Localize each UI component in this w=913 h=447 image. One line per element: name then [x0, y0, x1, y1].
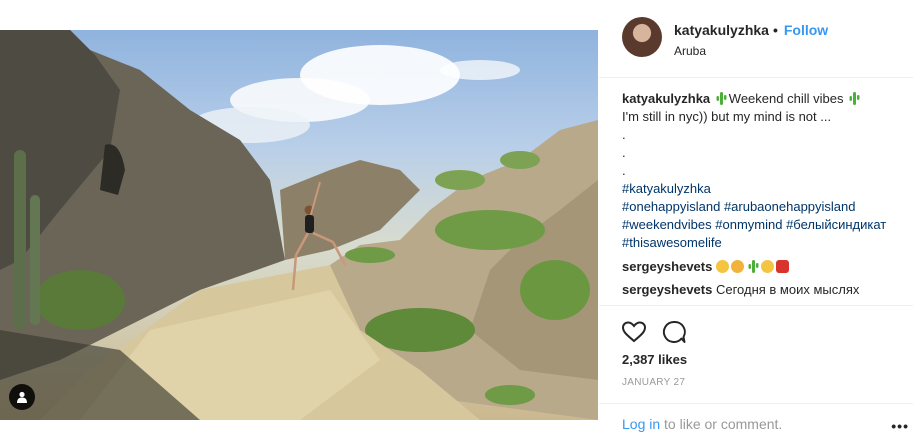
- caption-dot-line: .: [622, 127, 626, 142]
- comment-row: sergeyshevets: [622, 258, 902, 276]
- hashtag-link[interactable]: #katyakulyzhka: [622, 180, 902, 198]
- post-date[interactable]: JANUARY 27: [622, 377, 685, 388]
- comment-username[interactable]: sergeyshevets: [622, 259, 712, 274]
- person-icon: [17, 391, 27, 403]
- hashtag-link[interactable]: #arubaonehappyisland: [724, 199, 856, 214]
- post-sidebar: katyakulyzhka • Follow Aruba katyakulyzhka…: [599, 0, 913, 447]
- login-link[interactable]: Log in: [622, 416, 660, 432]
- caption-username[interactable]: katyakulyzhka: [622, 91, 710, 106]
- login-prompt-text: to like or comment.: [664, 416, 783, 432]
- comment-text: Сегодня в моих мыслях: [715, 282, 860, 297]
- post-actions: 2,387 likes JANUARY 27: [599, 305, 913, 388]
- hashtag-link[interactable]: #onehappyisland: [622, 199, 720, 214]
- comment-username[interactable]: sergeyshevets: [622, 282, 712, 297]
- caption-dot-line: .: [622, 163, 626, 178]
- caption-dot-line: .: [622, 145, 626, 160]
- more-options-icon[interactable]: •••: [891, 418, 909, 434]
- location-link[interactable]: Aruba: [674, 44, 706, 58]
- hashtag-link[interactable]: #onmymind: [715, 217, 782, 232]
- separator-dot: •: [772, 22, 778, 38]
- tagged-people-icon[interactable]: [9, 384, 35, 410]
- post-header: katyakulyzhka • Follow Aruba: [599, 0, 913, 78]
- cactus-icon: [748, 260, 759, 273]
- caption-text-2: I'm still in nyc)) but my mind is not ..…: [622, 109, 832, 124]
- smirk-emoji-icon: [715, 260, 729, 273]
- caption-text-1: Weekend chill vibes: [728, 91, 844, 106]
- login-footer: Log in to like or comment. •••: [599, 403, 913, 447]
- heart-eyes-emoji-icon: [730, 260, 744, 273]
- photo-scene: [0, 30, 598, 420]
- heart-icon[interactable]: [621, 319, 647, 345]
- header-username[interactable]: katyakulyzhka: [674, 22, 769, 38]
- cactus-icon: [716, 92, 727, 105]
- cactus-icon: [849, 92, 860, 105]
- hushed-emoji-icon: [760, 260, 774, 273]
- hashtag-link[interactable]: #weekendvibes: [622, 217, 712, 232]
- login-prompt: Log in to like or comment.: [622, 416, 782, 432]
- comments-list: katyakulyzhka Weekend chill vibes I'm st…: [622, 90, 902, 305]
- instagram-post: katyakulyzhka • Follow Aruba katyakulyzhka…: [0, 0, 913, 447]
- comment-icon[interactable]: [661, 319, 687, 345]
- follow-button[interactable]: Follow: [784, 22, 828, 38]
- likes-count[interactable]: 2,387 likes: [622, 352, 687, 367]
- hashtag-link[interactable]: #белыйсиндикат: [786, 217, 886, 232]
- comment-row: sergeyshevets Сегодня в моих мыслях: [622, 281, 902, 299]
- header-user-row: katyakulyzhka • Follow: [674, 22, 828, 38]
- post-photo[interactable]: [0, 30, 598, 420]
- dancer-emoji-icon: [775, 260, 789, 273]
- hashtag-link[interactable]: #thisawesomelife: [622, 234, 902, 252]
- caption: katyakulyzhka Weekend chill vibes I'm st…: [622, 90, 902, 252]
- avatar[interactable]: [622, 17, 662, 57]
